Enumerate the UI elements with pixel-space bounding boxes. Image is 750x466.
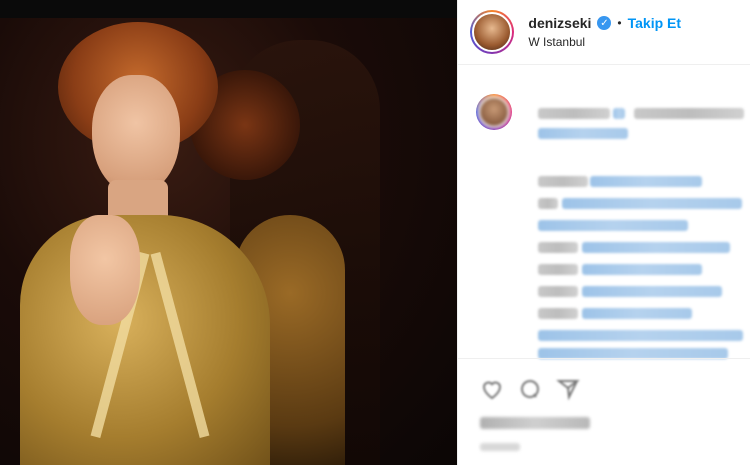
location-link[interactable]: W Istanbul (528, 35, 681, 49)
caption-area (458, 64, 750, 359)
username[interactable]: denizseki (528, 15, 591, 31)
post-header: denizseki ✓ • Takip Et W Istanbul (458, 0, 750, 65)
likes-count[interactable] (480, 417, 591, 429)
blurred-text (538, 264, 579, 275)
avatar-image (472, 12, 513, 52)
post-time (480, 443, 521, 451)
blurred-text (538, 108, 611, 119)
header-text: denizseki ✓ • Takip Et W Istanbul (528, 15, 681, 49)
blurred-text (634, 108, 745, 119)
blurred-text (538, 286, 579, 297)
blurred-text (590, 176, 703, 187)
blurred-text (582, 242, 731, 253)
follow-button[interactable]: Takip Et (628, 15, 681, 31)
blurred-text (582, 308, 693, 319)
blurred-text (538, 330, 744, 341)
blurred-text (582, 286, 723, 297)
share-icon[interactable] (556, 377, 581, 401)
blurred-text (562, 198, 743, 209)
hands (70, 215, 140, 325)
post-sidebar: denizseki ✓ • Takip Et W Istanbul (457, 0, 750, 465)
separator-dot: • (617, 16, 622, 30)
header-row: denizseki ✓ • Takip Et (528, 15, 681, 31)
blurred-text (538, 220, 689, 231)
post-photo[interactable] (0, 0, 458, 465)
instagram-post: denizseki ✓ • Takip Et W Istanbul (0, 0, 750, 465)
blurred-text (538, 308, 579, 319)
blurred-text (613, 108, 626, 119)
action-bar (458, 358, 750, 466)
blurred-text (538, 176, 589, 187)
face (92, 75, 180, 195)
photo-top-bar (0, 0, 458, 18)
blurred-text (538, 242, 579, 253)
verified-badge-icon: ✓ (597, 16, 612, 30)
comment-icon[interactable] (518, 377, 542, 401)
profile-avatar[interactable] (470, 10, 515, 54)
blurred-text (538, 128, 629, 139)
blurred-text (582, 264, 703, 275)
caption-avatar[interactable] (476, 94, 513, 130)
blurred-text (538, 198, 559, 209)
heart-icon[interactable] (480, 377, 504, 401)
caption-avatar-image (478, 96, 511, 128)
